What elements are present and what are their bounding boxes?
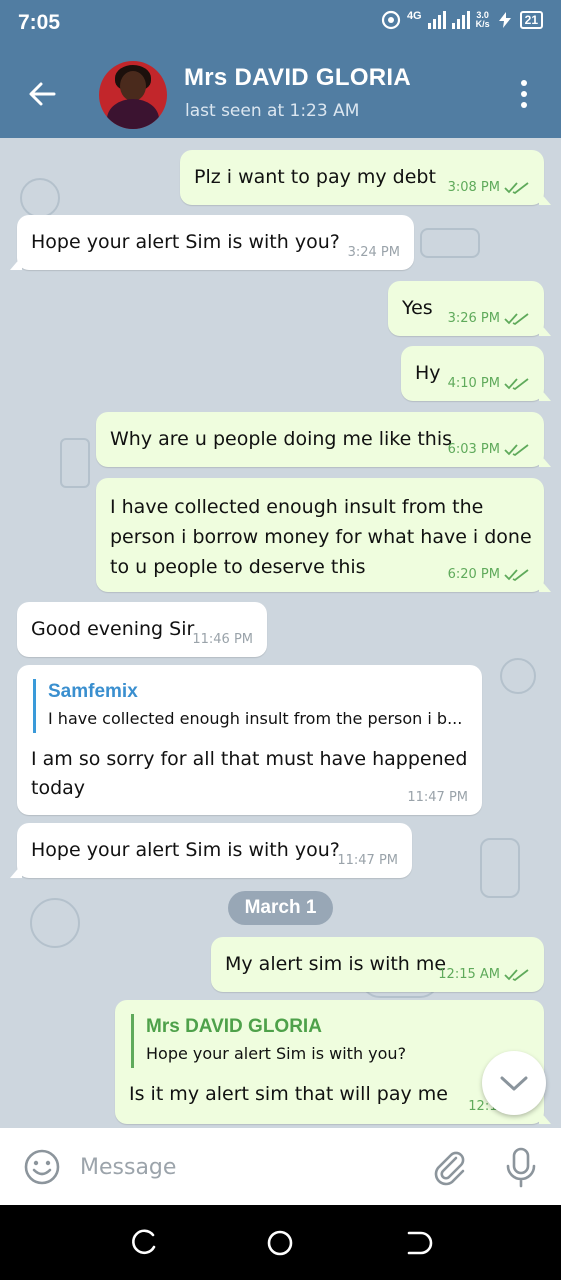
reply-preview[interactable]: Mrs DAVID GLORIA Hope your alert Sim is … — [131, 1014, 406, 1068]
message-time: 4:10 PM — [447, 376, 500, 391]
message-time: 6:03 PM — [447, 442, 500, 457]
message-time: 3:26 PM — [447, 311, 500, 326]
chat-area[interactable]: Plz i want to pay my debt 3:08 PM Hope y… — [0, 138, 561, 1128]
contact-name[interactable]: Mrs DAVID GLORIA — [184, 64, 411, 92]
back-nav-icon[interactable] — [403, 1229, 433, 1257]
message-bubble-outgoing[interactable]: Hy 4:10 PM — [401, 346, 551, 401]
message-meta: 11:46 PM — [192, 632, 253, 647]
double-check-icon — [504, 568, 529, 581]
wallpaper-doodle — [60, 438, 90, 488]
message-input[interactable] — [80, 1146, 410, 1188]
message-text: I have collected enough insult from the — [110, 496, 484, 518]
message-meta: 11:47 PM — [407, 790, 468, 805]
message-bubble-outgoing[interactable]: Yes 3:26 PM — [388, 281, 551, 336]
date-separator: March 1 — [228, 891, 333, 925]
smiley-icon[interactable] — [23, 1148, 61, 1186]
microphone-icon[interactable] — [503, 1146, 539, 1188]
message-composer — [0, 1128, 561, 1205]
message-time: 6:20 PM — [447, 567, 500, 582]
message-time: 11:47 PM — [407, 790, 468, 805]
avatar[interactable] — [99, 61, 167, 129]
wallpaper-doodle — [30, 898, 80, 948]
message-text: My alert sim is with me — [225, 953, 447, 975]
reply-text: I have collected enough insult from the … — [48, 709, 463, 728]
message-time: 3:24 PM — [347, 245, 400, 260]
message-text: Is it my alert sim that will pay me — [129, 1083, 448, 1105]
arrow-left-icon[interactable] — [26, 78, 58, 110]
message-text: Good evening Sir — [31, 618, 195, 640]
message-meta: 11:47 PM — [337, 853, 398, 868]
double-check-icon — [504, 312, 529, 325]
message-time: 11:46 PM — [192, 632, 253, 647]
reply-preview[interactable]: Samfemix I have collected enough insult … — [33, 679, 462, 733]
message-bubble-incoming[interactable]: Good evening Sir 11:46 PM — [17, 602, 267, 657]
battery-icon: 21 — [519, 11, 543, 29]
message-meta: 12:15 AM — [438, 967, 530, 982]
reply-author: Samfemix — [48, 681, 138, 702]
system-nav-bar — [0, 1205, 561, 1280]
wallpaper-doodle — [420, 228, 480, 258]
chevron-down-icon — [500, 1076, 528, 1091]
message-bubble-outgoing[interactable]: Mrs DAVID GLORIA Hope your alert Sim is … — [115, 1000, 551, 1124]
message-text: to u people to deserve this — [110, 556, 366, 578]
status-icons: 4G 3.0 K/s 21 — [381, 10, 543, 30]
message-text: Hope your alert Sim is with you? — [31, 231, 340, 253]
message-bubble-outgoing[interactable]: Why are u people doing me like this 6:03… — [96, 412, 551, 467]
chat-header: Mrs DAVID GLORIA last seen at 1:23 AM — [0, 50, 561, 138]
wallpaper-doodle — [480, 838, 520, 898]
message-meta: 3:26 PM — [448, 311, 530, 326]
home-icon[interactable] — [265, 1229, 295, 1257]
message-text: Yes — [402, 297, 433, 319]
message-time: 11:47 PM — [337, 853, 398, 868]
message-bubble-outgoing[interactable]: Plz i want to pay my debt 3:08 PM — [180, 150, 551, 205]
message-bubble-outgoing[interactable]: My alert sim is with me 12:15 AM — [211, 937, 544, 992]
status-bar: 7:05 4G 3.0 K/s 21 — [0, 0, 561, 50]
net-speed: 3.0 K/s — [476, 11, 490, 29]
recent-apps-icon[interactable] — [129, 1229, 159, 1257]
message-bubble-incoming[interactable]: Samfemix I have collected enough insult … — [17, 665, 482, 815]
message-text: I am so sorry for all that must have hap… — [31, 748, 468, 770]
charging-icon — [498, 12, 511, 28]
message-text: Why are u people doing me like this — [110, 428, 453, 450]
last-seen-status: last seen at 1:23 AM — [185, 101, 360, 121]
wallpaper-doodle — [20, 178, 60, 218]
message-time: 12:15 AM — [438, 967, 500, 982]
message-time: 3:08 PM — [447, 180, 500, 195]
message-text: Hope your alert Sim is with you? — [31, 839, 340, 861]
double-check-icon — [504, 181, 529, 194]
message-bubble-incoming[interactable]: Hope your alert Sim is with you? 3:24 PM — [10, 215, 414, 270]
message-meta: 3:08 PM — [448, 180, 530, 195]
message-meta: 4:10 PM — [448, 376, 530, 391]
status-time: 7:05 — [18, 11, 61, 34]
message-text: today — [31, 777, 86, 799]
double-check-icon — [504, 377, 529, 390]
more-vertical-icon[interactable] — [512, 78, 536, 112]
double-check-icon — [504, 443, 529, 456]
signal-2-icon — [451, 11, 470, 29]
double-check-icon — [504, 968, 529, 981]
message-text: person i borrow money for what have i do… — [110, 526, 532, 548]
hotspot-icon — [381, 10, 401, 30]
scroll-to-bottom-button[interactable] — [482, 1051, 546, 1115]
signal-icon — [427, 11, 446, 29]
message-text: Hy — [415, 362, 441, 384]
message-bubble-outgoing[interactable]: I have collected enough insult from the … — [96, 478, 551, 592]
message-meta: 6:03 PM — [448, 442, 530, 457]
network-type-label: 4G — [406, 10, 422, 22]
message-text: Plz i want to pay my debt — [194, 166, 436, 188]
paperclip-icon[interactable] — [430, 1148, 468, 1186]
avatar-body — [107, 99, 159, 129]
net-speed-unit: K/s — [475, 19, 490, 29]
message-bubble-incoming[interactable]: Hope your alert Sim is with you? 11:47 P… — [10, 823, 412, 878]
message-meta: 6:20 PM — [448, 567, 530, 582]
message-meta: 3:24 PM — [348, 245, 400, 260]
avatar-face — [120, 71, 146, 101]
reply-text: Hope your alert Sim is with you? — [146, 1044, 407, 1063]
reply-author: Mrs DAVID GLORIA — [146, 1016, 322, 1037]
wallpaper-doodle — [500, 658, 536, 694]
